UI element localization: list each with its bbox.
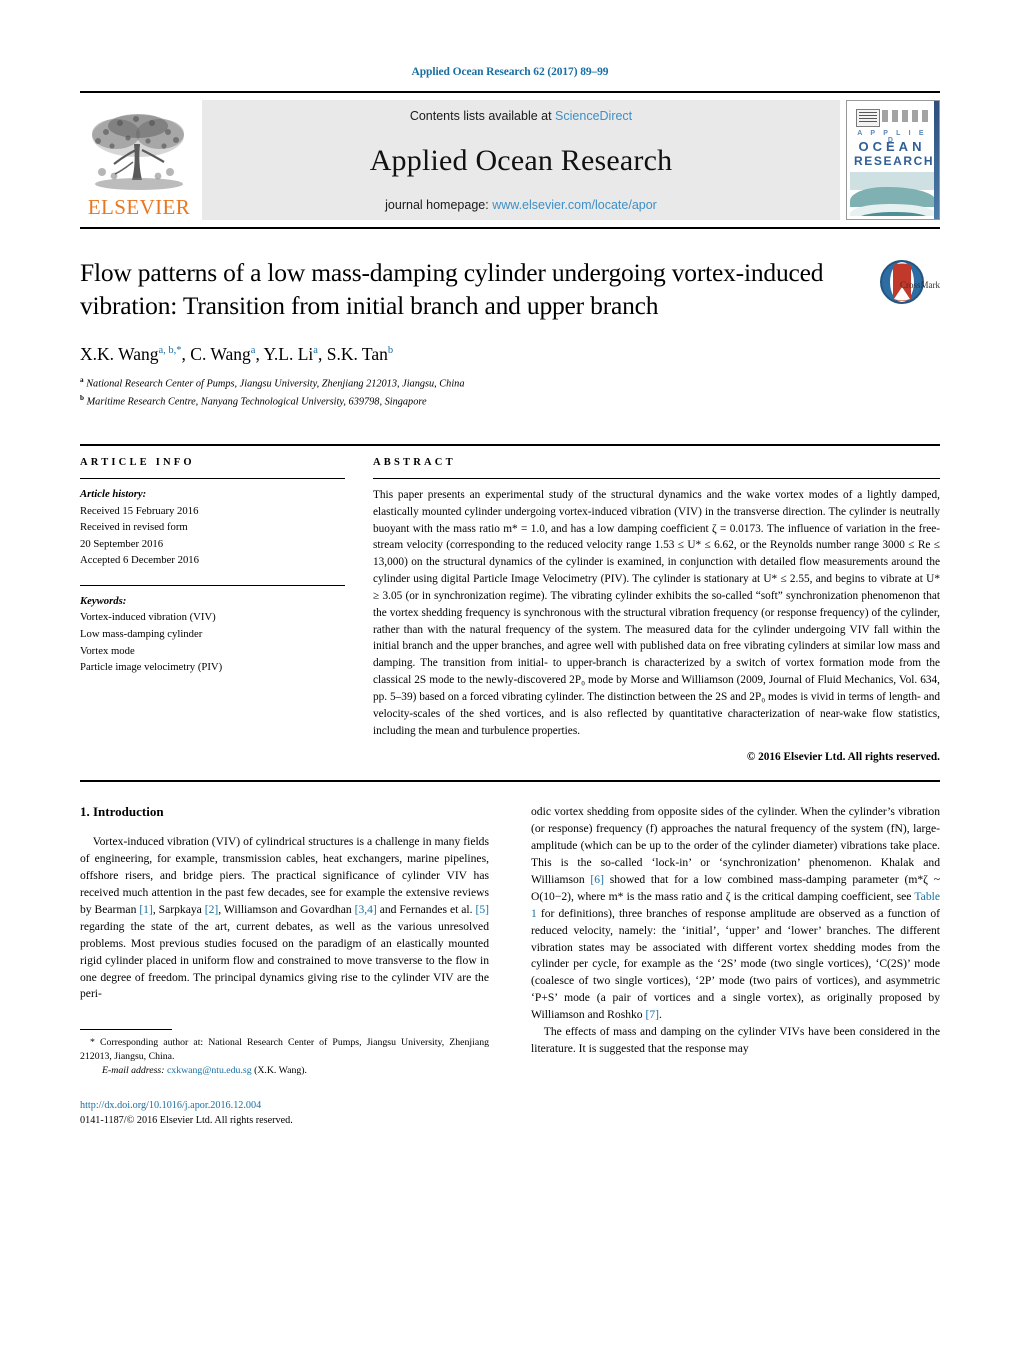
journal-homepage-link[interactable]: www.elsevier.com/locate/apor — [492, 198, 657, 212]
abstract-copyright: © 2016 Elsevier Ltd. All rights reserved… — [746, 751, 940, 764]
article-info-column: ARTICLE INFO Article history: Received 1… — [80, 446, 373, 766]
affiliation-list: a National Research Center of Pumps, Jia… — [80, 375, 940, 410]
paragraph-right-2: The effects of mass and damping on the c… — [531, 1025, 940, 1056]
abstract-bottom-rule — [80, 780, 940, 783]
history-title: Article history: — [80, 487, 147, 500]
abstract-column: ABSTRACT This paper presents an experime… — [373, 446, 940, 766]
history-line: Received in revised form — [80, 521, 188, 534]
affiliation-b: b Maritime Research Centre, Nanyang Tech… — [80, 393, 427, 408]
page-title: Flow patterns of a low mass-damping cyli… — [80, 258, 824, 320]
homepage-line: journal homepage: www.elsevier.com/locat… — [385, 198, 657, 212]
article-info-heading: ARTICLE INFO — [80, 456, 195, 468]
paper-page: Applied Ocean Research 62 (2017) 89–99 E… — [0, 0, 1020, 1351]
keyword-item: Particle image velocimetry (PIV) — [80, 661, 223, 674]
paragraph-left-1: Vortex-induced vibration (VIV) of cylind… — [80, 835, 489, 1001]
citation-link[interactable]: [5] — [475, 903, 489, 916]
body-columns: 1. Introduction Vortex-induced vibration… — [80, 804, 940, 1129]
journal-cover-thumbnail: A P P L I E D OCEAN RESEARCH — [846, 100, 940, 220]
footnote-divider — [80, 1029, 172, 1031]
citation-link[interactable]: [7] — [646, 1008, 660, 1021]
footnote-email-link[interactable]: cxkwang@ntu.edu.sg — [167, 1065, 252, 1076]
cover-spine — [934, 101, 939, 219]
keyword-item: Low mass-damping cylinder — [80, 627, 203, 640]
affiliation-a-text: National Research Center of Pumps, Jiang… — [86, 378, 465, 390]
footnote-corresponding-author: * Corresponding author at: National Rese… — [80, 1036, 489, 1078]
keyword-item: Vortex-induced vibration (VIV) — [80, 611, 216, 624]
doi-link[interactable]: http://dx.doi.org/10.1016/j.apor.2016.12… — [80, 1098, 489, 1113]
citation-link[interactable]: [3,4] — [355, 903, 377, 916]
masthead-bottom-rule — [80, 227, 940, 229]
cover-line-ocean: OCEAN — [858, 139, 926, 154]
citation-link[interactable]: [6] — [590, 873, 604, 886]
footnote-text: * Corresponding author at: National Rese… — [80, 1037, 489, 1063]
body-column-right: odic vortex shedding from opposite sides… — [531, 804, 940, 1129]
section-heading-introduction: 1. Introduction — [80, 804, 164, 820]
homepage-prefix: journal homepage: — [385, 198, 493, 212]
elsevier-wordmark: ELSEVIER — [87, 195, 191, 219]
running-head: Applied Ocean Research 62 (2017) 89–99 — [411, 66, 609, 78]
history-line: 20 September 2016 — [80, 537, 164, 550]
masthead-center: Contents lists available at ScienceDirec… — [202, 100, 840, 220]
body-column-left: 1. Introduction Vortex-induced vibration… — [80, 804, 489, 1129]
author-list: X.K. Wanga, b,*, C. Wanga, Y.L. Lia, S.K… — [80, 344, 394, 365]
paragraph-right-1: odic vortex shedding from opposite sides… — [531, 805, 941, 1022]
keywords-title: Keywords: — [80, 594, 127, 607]
abstract-heading: ABSTRACT — [373, 456, 456, 468]
title-block: Flow patterns of a low mass-damping cyli… — [80, 257, 940, 322]
footnote-email-suffix: (X.K. Wang). — [251, 1065, 307, 1077]
affiliation-b-text: Maritime Research Centre, Nanyang Techno… — [86, 396, 427, 408]
article-history: Article history: Received 15 February 20… — [80, 479, 345, 569]
footnote-email-label: E-mail address: — [102, 1065, 165, 1077]
affiliation-a: a National Research Center of Pumps, Jia… — [80, 376, 465, 390]
contents-line: Contents lists available at ScienceDirec… — [410, 109, 632, 123]
journal-title: Applied Ocean Research — [369, 143, 673, 177]
sciencedirect-link[interactable]: ScienceDirect — [555, 109, 632, 123]
issn-copyright-line: 0141-1187/© 2016 Elsevier Ltd. All right… — [80, 1115, 293, 1127]
doi-block: http://dx.doi.org/10.1016/j.apor.2016.12… — [80, 1098, 489, 1129]
history-line: Received 15 February 2016 — [80, 504, 199, 517]
cover-masthead-text — [882, 110, 928, 122]
citation-link[interactable]: [2] — [205, 903, 219, 916]
history-line: Accepted 6 December 2016 — [80, 554, 199, 567]
cover-line-research: RESEARCH — [854, 154, 935, 168]
contents-prefix: Contents lists available at — [409, 109, 556, 123]
keyword-item: Vortex mode — [80, 644, 135, 657]
crossmark-label: CrossMark — [900, 280, 940, 290]
elsevier-logo: ELSEVIER — [80, 100, 198, 220]
keywords: Keywords: Vortex-induced vibration (VIV)… — [80, 586, 345, 676]
info-abstract-section: ARTICLE INFO Article history: Received 1… — [80, 443, 940, 766]
crossmark-badge[interactable]: CrossMark — [854, 257, 940, 322]
table-link[interactable]: Table 1 — [531, 890, 940, 920]
elsevier-tree-icon — [92, 114, 184, 190]
cover-masthead-box — [856, 109, 880, 127]
abstract-text: This paper presents an experimental stud… — [373, 488, 940, 737]
journal-masthead: ELSEVIER Contents lists available at Sci… — [80, 91, 940, 220]
citation-link[interactable]: [1] — [139, 903, 153, 916]
